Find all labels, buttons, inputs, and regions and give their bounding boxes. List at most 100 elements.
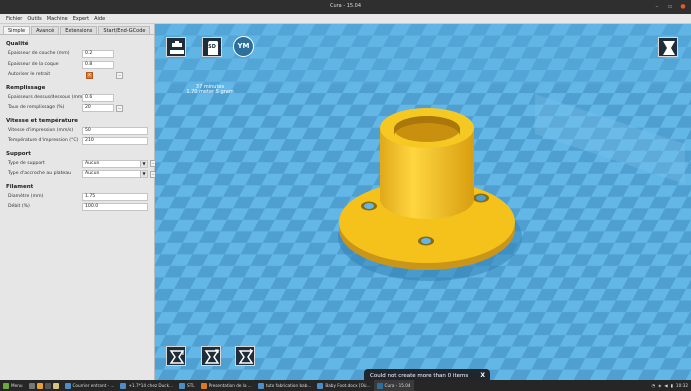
print-temp-label: Température d'impression (°C): [8, 138, 79, 143]
rotate-button[interactable]: [166, 346, 186, 366]
volume-icon[interactable]: ◀: [664, 383, 667, 388]
shell-thickness-input[interactable]: 0.8: [82, 60, 114, 69]
chevron-down-icon: ▼: [140, 160, 147, 167]
sd-label: SD: [208, 44, 216, 50]
tab-start-end-gcode[interactable]: Start/End-GCode: [98, 26, 151, 34]
support-type-label: Type de support: [8, 160, 45, 166]
fill-settings-button[interactable]: …: [116, 104, 123, 112]
minimize-icon[interactable]: –: [653, 3, 661, 11]
support-type-select[interactable]: Aucun ▼: [82, 159, 148, 168]
adhesion-select[interactable]: Aucun ▼: [82, 170, 148, 178]
section-qualite: Qualité: [6, 41, 29, 47]
taskbar-item-label: Courrier entrant - ...: [72, 383, 115, 388]
rotate-icon: [169, 350, 185, 364]
view-mode-button[interactable]: [658, 37, 678, 57]
layer-height-input[interactable]: 0.2: [82, 50, 114, 58]
error-toast: Could not create more than 0 items X: [364, 369, 490, 380]
print-material: 1.70 meter 5 gram: [186, 89, 234, 95]
top-bottom-row: Epaisseurs dessus/dessous (mm) 0.6: [6, 93, 148, 104]
section-support: Support: [6, 150, 31, 157]
shell-thickness-row: Epaisseur de la coque 0.8: [6, 60, 148, 71]
tab-simple[interactable]: Simple: [3, 26, 31, 34]
retraction-settings-button[interactable]: …: [116, 71, 123, 79]
settings-sidebar: Simple Avancé Extensions Start/End-GCode…: [0, 24, 157, 380]
flow-input[interactable]: 100.0: [82, 203, 148, 211]
adhesion-label: Type d'accroche au plateau: [8, 171, 71, 176]
battery-icon[interactable]: ▮: [671, 383, 673, 388]
flow-label: Débit (%): [8, 204, 30, 209]
adhesion-row: Type d'accroche au plateau Aucun ▼ …: [6, 169, 157, 180]
taskbar-menu[interactable]: Menu: [0, 380, 26, 391]
taskbar-item-browser[interactable]: +1.7*14 chez Duck...: [117, 380, 176, 391]
network-icon[interactable]: ◔: [651, 383, 655, 388]
menu-fichier[interactable]: Fichier: [6, 16, 22, 22]
3d-viewport[interactable]: SD YM 37 minutes 1.70 meter 5 gram Could…: [155, 24, 691, 380]
menu-expert[interactable]: Expert: [73, 16, 89, 22]
settings-tabs: Simple Avancé Extensions Start/End-GCode: [0, 24, 154, 35]
print-temp-row: Température d'impression (°C) 210: [6, 136, 148, 147]
layer-height-row: Epaisseur de couche (mm) 0.2: [6, 49, 148, 60]
firefox-icon[interactable]: [36, 382, 43, 389]
load-model-button[interactable]: [166, 37, 186, 57]
cura-icon: [376, 382, 383, 389]
diameter-label: Diamètre (mm): [8, 193, 44, 199]
shell-thickness-label: Epaisseur de la coque: [8, 61, 59, 67]
fill-density-row: Taux de remplissage (%) 20 …: [6, 103, 148, 114]
print-speed-input[interactable]: 50: [82, 126, 148, 135]
section-filament: Filament: [6, 183, 34, 190]
taskbar-item-presentation[interactable]: Presentation de la ...: [198, 380, 255, 391]
taskbar-item-label: +1.7*14 chez Duck...: [128, 383, 174, 388]
retraction-row: Autoriser le retrait x …: [6, 70, 148, 81]
save-sd-button[interactable]: SD: [202, 37, 222, 57]
taskbar-item-tuto[interactable]: tuto fabrication bab...: [255, 380, 315, 391]
taskbar-item-cura[interactable]: Cura - 15.04: [373, 380, 414, 391]
view-mode-icon: [663, 41, 675, 55]
diameter-input[interactable]: 1.75: [82, 192, 148, 201]
menu-outils[interactable]: Outils: [27, 16, 41, 22]
build-plate: [155, 24, 691, 380]
menu-aide[interactable]: Aide: [94, 16, 105, 22]
tab-extensions[interactable]: Extensions: [60, 26, 98, 34]
section-vitesse: Vitesse et température: [6, 117, 79, 124]
system-tray: ◔ ◈ ◀ ▮ 10:32: [651, 380, 688, 391]
document-icon: [257, 382, 264, 389]
taskbar-item-mail[interactable]: Courrier entrant - ...: [62, 380, 118, 391]
menu-machine[interactable]: Machine: [47, 16, 68, 22]
terminal-icon[interactable]: [44, 382, 51, 389]
support-type-row: Type de support Aucun ▼ …: [6, 159, 157, 170]
folder-icon: [179, 382, 186, 389]
retraction-checkbox[interactable]: x: [86, 71, 93, 79]
ym-button[interactable]: YM: [233, 36, 254, 57]
tab-avance[interactable]: Avancé: [31, 26, 60, 34]
taskbar-item-label: STL: [187, 383, 195, 388]
taskbar-item-label: Cura - 15.04: [384, 383, 411, 388]
toast-message: Could not create more than 0 items: [370, 373, 469, 379]
fill-density-input[interactable]: 20: [82, 104, 114, 112]
layer-height-label: Epaisseur de couche (mm): [8, 51, 70, 56]
clock[interactable]: 10:32: [676, 383, 688, 388]
flow-row: Débit (%) 100.0: [6, 202, 148, 213]
section-remplissage: Remplissage: [6, 84, 46, 91]
document-icon: [317, 382, 324, 389]
shield-icon[interactable]: ◈: [658, 383, 661, 388]
close-icon[interactable]: ●: [679, 3, 687, 11]
window-titlebar: Cura - 15.04 – ▫ ●: [0, 0, 691, 14]
toast-close-button[interactable]: X: [480, 369, 485, 380]
taskbar-item-babyfoot[interactable]: Baby Foot.docx [Où...: [314, 380, 373, 391]
taskbar-launchers: [26, 380, 62, 391]
taskbar-item-label: tuto fabrication bab...: [265, 383, 312, 388]
files-icon[interactable]: [52, 382, 59, 389]
print-info: 37 minutes 1.70 meter 5 gram: [175, 85, 245, 95]
print-temp-input[interactable]: 210: [82, 137, 148, 145]
desktop-icon[interactable]: [28, 382, 35, 389]
taskbar-item-label: Presentation de la ...: [208, 383, 252, 388]
load-icon: [170, 41, 184, 54]
diameter-row: Diamètre (mm) 1.75: [6, 192, 148, 203]
taskbar-item-stl[interactable]: STL: [176, 380, 198, 391]
top-bottom-input[interactable]: 0.6: [82, 93, 114, 102]
maximize-icon[interactable]: ▫: [666, 3, 674, 11]
chevron-down-icon: ▼: [140, 171, 147, 177]
mirror-button[interactable]: [235, 346, 255, 366]
mirror-icon: [238, 348, 254, 364]
scale-button[interactable]: [201, 346, 221, 366]
